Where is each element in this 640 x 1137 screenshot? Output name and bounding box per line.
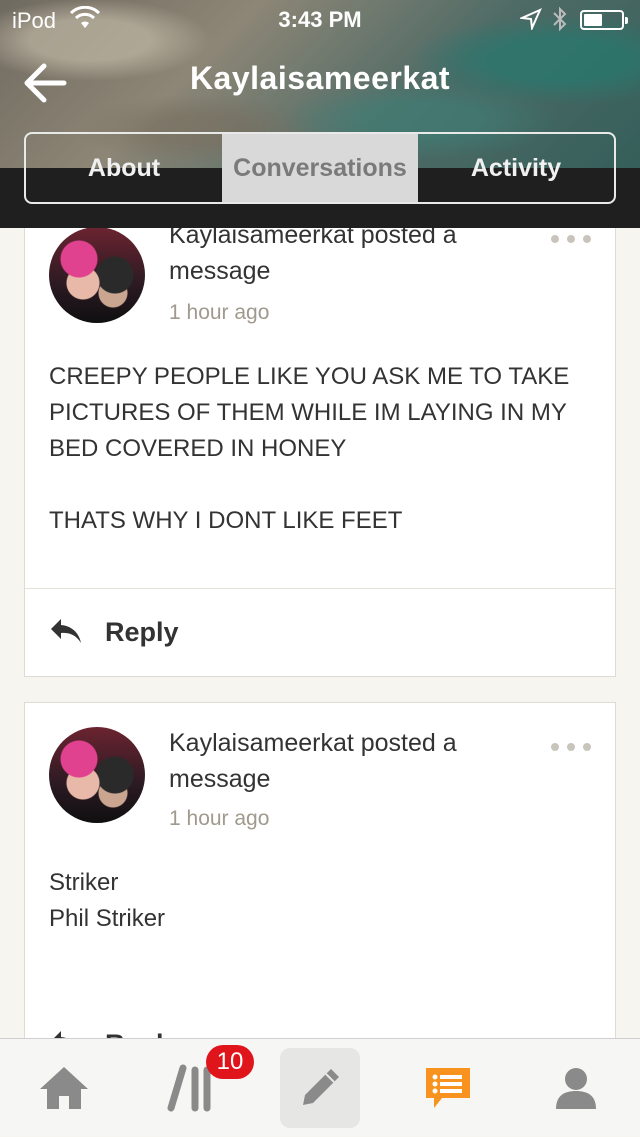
reply-arrow-icon — [54, 1031, 66, 1038]
profile-header: iPod 3:43 PM Kaylaisameerkat About Conve… — [0, 0, 640, 228]
pencil-icon — [303, 1069, 339, 1105]
bottom-tab-bar: 10 — [0, 1038, 640, 1136]
message-card: Kaylaisameerkat posted a message 1 hour … — [24, 702, 616, 1038]
more-options-button[interactable] — [551, 737, 591, 757]
notification-badge: 10 — [206, 1045, 254, 1079]
post-timestamp: 1 hour ago — [169, 301, 270, 324]
tab-conversations-nav[interactable] — [384, 1039, 512, 1137]
profile-icon — [556, 1068, 596, 1109]
home-icon — [40, 1067, 88, 1109]
post-timestamp: 1 hour ago — [169, 807, 270, 830]
tab-activity[interactable]: Activity — [418, 134, 614, 202]
message-line: Phil Striker — [49, 905, 166, 932]
bluetooth-icon — [552, 6, 568, 38]
write-button-bg — [280, 1048, 360, 1128]
location-icon — [518, 8, 542, 36]
profile-tabs: About Conversations Activity — [24, 132, 616, 204]
reply-button[interactable]: Reply — [25, 1001, 615, 1038]
reply-button[interactable]: Reply — [25, 588, 615, 675]
tab-home[interactable] — [0, 1039, 128, 1137]
tab-conversations[interactable]: Conversations — [222, 134, 418, 202]
message-line: Striker — [49, 869, 119, 896]
dot-icon — [551, 235, 559, 243]
avatar[interactable] — [49, 228, 145, 323]
conversation-feed[interactable]: Kaylaisameerkat posted a message 1 hour … — [0, 228, 640, 1038]
tab-write[interactable] — [256, 1039, 384, 1137]
message-line: CREEPY PEOPLE LIKE YOU ASK ME TO TAKE PI… — [49, 363, 570, 462]
more-options-button[interactable] — [551, 229, 591, 249]
status-bar: iPod 3:43 PM — [0, 0, 640, 40]
message-body: Striker Phil Striker — [49, 865, 593, 937]
dot-icon — [583, 235, 591, 243]
dot-icon — [551, 743, 559, 751]
battery-icon — [580, 10, 628, 30]
post-headline: Kaylaisameerkat posted a message — [169, 729, 457, 793]
dot-icon — [567, 235, 575, 243]
message-line: THATS WHY I DONT LIKE FEET — [49, 507, 403, 534]
message-body: CREEPY PEOPLE LIKE YOU ASK ME TO TAKE PI… — [49, 359, 593, 539]
reply-label: Reply — [105, 616, 179, 647]
reply-label: Reply — [105, 1029, 179, 1039]
avatar[interactable] — [49, 727, 145, 823]
post-headline: Kaylaisameerkat posted a message — [169, 228, 457, 285]
tab-about[interactable]: About — [26, 134, 222, 202]
reply-arrow-icon — [51, 619, 81, 643]
conversations-icon — [426, 1068, 470, 1108]
tab-library[interactable]: 10 — [128, 1039, 256, 1137]
dot-icon — [583, 743, 591, 751]
message-card: Kaylaisameerkat posted a message 1 hour … — [24, 228, 616, 677]
dot-icon — [567, 743, 575, 751]
tab-profile[interactable] — [512, 1039, 640, 1137]
clock: 3:43 PM — [278, 7, 362, 32]
profile-title: Kaylaisameerkat — [189, 60, 451, 96]
